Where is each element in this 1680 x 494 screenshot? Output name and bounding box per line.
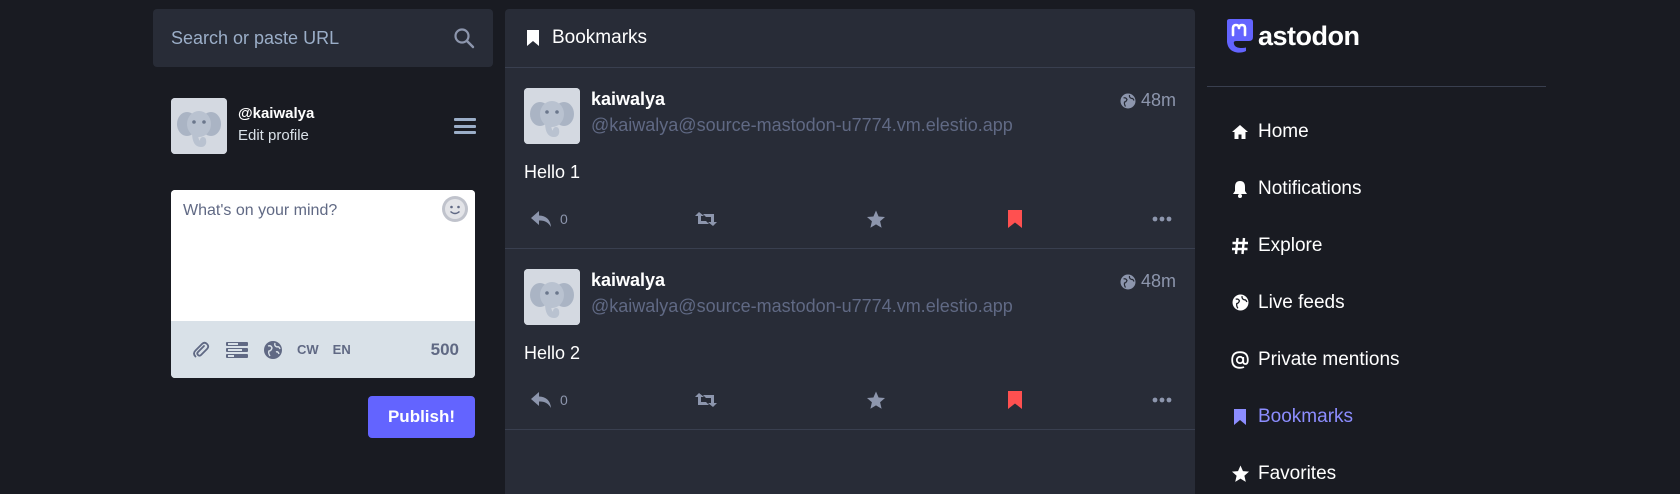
search-icon[interactable] [453,27,475,49]
character-counter: 500 [430,339,459,359]
reply-button[interactable]: 0 [530,210,568,228]
status-time: 48m [1140,271,1176,291]
reply-icon [531,392,551,408]
home-icon [1230,122,1250,142]
hashtag-icon [1230,236,1250,256]
star-icon [867,210,885,228]
ellipsis-icon [1152,397,1172,403]
compose-toolbar: CW EN 500 [171,321,475,378]
star-icon [867,391,885,409]
content-warning-button[interactable]: CW [297,342,319,357]
ellipsis-icon [1152,216,1172,222]
search-input[interactable] [171,27,453,49]
more-button[interactable] [1152,216,1172,222]
menu-icon[interactable] [454,116,476,136]
globe-icon [1230,293,1250,313]
status-timestamp[interactable]: 48m [1120,271,1176,292]
status-item[interactable]: kaiwalya @kaiwalya@source-mastodon-u7774… [505,249,1195,430]
compose-textarea[interactable] [171,190,475,321]
globe-icon[interactable] [263,340,283,360]
avatar[interactable] [524,269,580,325]
poll-icon[interactable] [225,340,249,360]
globe-icon [1120,93,1136,108]
nav-item-notifications[interactable]: Notifications [1230,160,1400,217]
reply-count: 0 [560,211,568,227]
nav-item-live-feeds[interactable]: Live feeds [1230,274,1400,331]
edit-profile-link[interactable]: Edit profile [238,124,454,148]
bookmark-icon [1008,391,1022,409]
bookmark-button[interactable] [1007,390,1023,410]
nav-label: Bookmarks [1258,405,1354,427]
status-content: Hello 2 [524,343,581,363]
nav-label: Favorites [1258,462,1337,484]
avatar[interactable] [524,88,580,144]
favorite-button[interactable] [866,210,886,229]
main-navigation: Home Notifications Explore Live feeds Pr… [1230,103,1400,494]
status-account[interactable]: @kaiwalya@source-mastodon-u7774.vm.elest… [591,110,1013,140]
column-header[interactable]: Bookmarks [505,9,1195,68]
bookmark-button[interactable] [1007,209,1023,229]
nav-label: Notifications [1258,177,1362,199]
status-content: Hello 1 [524,162,581,182]
status-display-name[interactable]: kaiwalya [591,88,1013,110]
column-title: Bookmarks [552,27,648,48]
status-timestamp[interactable]: 48m [1120,90,1176,111]
nav-divider [1207,86,1546,87]
status-actions: 0 [524,207,1176,231]
nav-item-bookmarks[interactable]: Bookmarks [1230,388,1400,445]
reply-icon [531,211,551,227]
bookmarks-column: Bookmarks kaiwalya @kaiwalya@source-mast… [505,9,1195,494]
nav-label: Explore [1258,234,1323,256]
at-icon [1230,350,1250,370]
nav-label: Private mentions [1258,348,1400,370]
publish-button[interactable]: Publish! [368,396,475,438]
avatar[interactable] [171,98,227,154]
emoji-icon[interactable] [442,196,468,222]
nav-item-favorites[interactable]: Favorites [1230,445,1400,494]
nav-item-private-mentions[interactable]: Private mentions [1230,331,1400,388]
paperclip-icon[interactable] [191,340,211,360]
boost-icon [695,212,717,226]
nav-item-home[interactable]: Home [1230,103,1400,160]
elephant-avatar-icon [524,88,580,144]
status-item[interactable]: kaiwalya @kaiwalya@source-mastodon-u7774… [505,68,1195,249]
boost-button[interactable] [694,391,718,409]
search-box[interactable] [153,9,493,67]
status-time: 48m [1140,90,1176,110]
boost-icon [695,393,717,407]
bell-icon [1230,179,1250,199]
elephant-avatar-icon [524,269,580,325]
language-button[interactable]: EN [333,342,351,357]
status-display-name[interactable]: kaiwalya [591,269,1013,291]
bookmark-icon [1008,210,1022,228]
status-account[interactable]: @kaiwalya@source-mastodon-u7774.vm.elest… [591,291,1013,321]
status-actions: 0 [524,388,1176,412]
mastodon-logo[interactable]: astodon [1223,18,1360,54]
nav-label: Home [1258,120,1309,142]
globe-icon [1120,274,1136,289]
bookmark-icon [1230,407,1250,427]
elephant-avatar-icon [171,98,227,154]
boost-button[interactable] [694,210,718,228]
mastodon-wordmark: astodon [1258,20,1360,51]
bookmark-icon [527,30,539,46]
favorite-button[interactable] [866,391,886,410]
nav-item-explore[interactable]: Explore [1230,217,1400,274]
current-account: @kaiwalya Edit profile [171,98,476,154]
account-handle[interactable]: @kaiwalya [238,104,454,124]
more-button[interactable] [1152,397,1172,403]
nav-label: Live feeds [1258,291,1345,313]
mastodon-logo-icon [1227,19,1253,53]
reply-button[interactable]: 0 [530,391,568,409]
reply-count: 0 [560,392,568,408]
compose-form: CW EN 500 [171,190,475,378]
star-icon [1230,464,1250,484]
